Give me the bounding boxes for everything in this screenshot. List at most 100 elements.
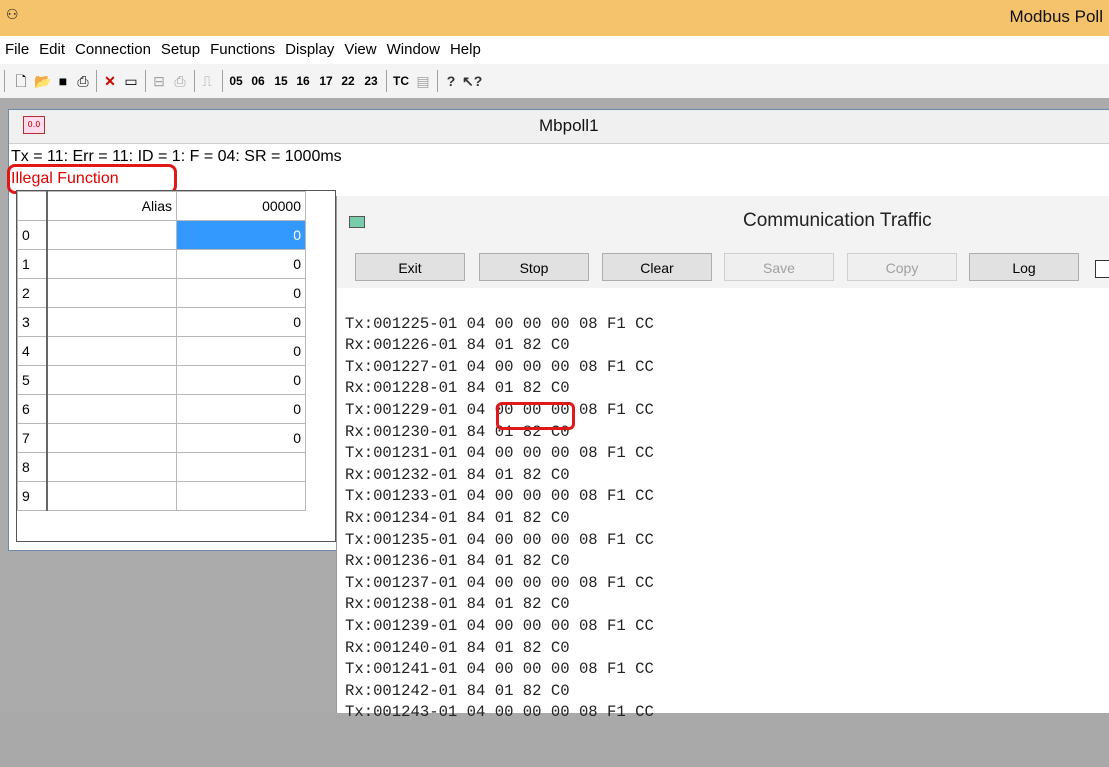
alias-cell[interactable] (46, 394, 177, 424)
toolbar-separator (194, 70, 195, 92)
table-row[interactable]: 40 (17, 336, 306, 366)
table-row[interactable]: 20 (17, 278, 306, 308)
log-line: Tx:001229-01 04 00 00 00 08 F1 CC (345, 400, 654, 419)
alias-cell[interactable] (46, 220, 177, 250)
app-title: Modbus Poll (1009, 7, 1103, 26)
log-button[interactable]: Log (969, 253, 1079, 281)
fc-05-button[interactable]: 05 (227, 71, 245, 91)
fc-16-button[interactable]: 16 (294, 71, 312, 91)
row-index: 2 (17, 278, 48, 308)
window-icon[interactable]: ▭ (122, 71, 140, 91)
value-cell[interactable]: 0 (176, 220, 306, 250)
save-button[interactable]: Save (724, 253, 834, 281)
print-icon[interactable]: ⎙ (74, 71, 92, 91)
fc-15-button[interactable]: 15 (272, 71, 290, 91)
traffic-titlebar: Communication Traffic (337, 196, 1109, 246)
log-line: Rx:001234-01 84 01 82 C0 (345, 508, 570, 527)
exit-button[interactable]: Exit (355, 253, 465, 281)
value-cell[interactable]: 0 (176, 307, 306, 337)
new-icon[interactable]: 🗋 (12, 71, 30, 91)
menu-connection[interactable]: Connection (70, 36, 156, 64)
table-row[interactable]: 8 (17, 452, 306, 482)
value-cell[interactable]: 0 (176, 249, 306, 279)
open-icon[interactable]: 📂 (34, 71, 52, 91)
table-row[interactable]: 50 (17, 365, 306, 395)
app-titlebar: ⚇ Modbus Poll (0, 0, 1109, 36)
modbus-app-icon[interactable]: ⚇ (6, 7, 28, 27)
row-index: 8 (17, 452, 48, 482)
context-help-icon[interactable]: ↖? (462, 71, 482, 91)
register-grid: Alias 00000 00 10 20 30 40 50 60 70 8 9 (16, 190, 336, 542)
alias-cell[interactable] (46, 481, 177, 511)
row-index: 9 (17, 481, 48, 511)
fc-17-button[interactable]: 17 (317, 71, 335, 91)
menu-display[interactable]: Display (280, 36, 339, 64)
about-icon[interactable]: ? (442, 71, 460, 91)
table-row[interactable]: 60 (17, 394, 306, 424)
menu-edit[interactable]: Edit (34, 36, 70, 64)
log-line: Rx:001236-01 84 01 82 C0 (345, 552, 570, 571)
table-row[interactable]: 9 (17, 481, 306, 511)
alias-cell[interactable] (46, 307, 177, 337)
read-write-icon[interactable]: ⊟ (150, 71, 168, 91)
alias-cell[interactable] (46, 336, 177, 366)
menu-help[interactable]: Help (445, 36, 486, 64)
toolbar-separator (386, 70, 387, 92)
table-row[interactable]: 30 (17, 307, 306, 337)
fc-06-button[interactable]: 06 (249, 71, 267, 91)
copy-button[interactable]: Copy (847, 253, 957, 281)
table-row[interactable]: 00 (17, 220, 306, 250)
table-header-row: Alias 00000 (17, 191, 306, 221)
corner-cell (17, 191, 48, 221)
disconnect-icon[interactable]: ✕ (101, 71, 119, 91)
value-cell[interactable] (176, 481, 306, 511)
menu-window[interactable]: Window (382, 36, 445, 64)
menu-view[interactable]: View (339, 36, 381, 64)
menu-bar: File Edit Connection Setup Functions Display V… (0, 36, 1109, 64)
menu-setup[interactable]: Setup (156, 36, 205, 64)
traffic-title: Communication Traffic (743, 210, 932, 231)
menu-file[interactable]: File (0, 36, 34, 64)
table-row[interactable]: 10 (17, 249, 306, 279)
value-cell[interactable]: 0 (176, 365, 306, 395)
row-index: 5 (17, 365, 48, 395)
mbpoll-window-icon[interactable]: 0.0 (23, 116, 45, 134)
stop-button[interactable]: Stop (479, 253, 589, 281)
value-cell[interactable]: 0 (176, 394, 306, 424)
toolbar-separator (96, 70, 97, 92)
alias-cell[interactable] (46, 249, 177, 279)
log-line: Rx:001240-01 84 01 82 C0 (345, 638, 570, 657)
value-cell[interactable] (176, 452, 306, 482)
mbpoll-titlebar: 0.0 Mbpoll1 (9, 110, 1109, 144)
value-cell[interactable]: 0 (176, 278, 306, 308)
alias-cell[interactable] (46, 278, 177, 308)
tc-button[interactable]: TC (390, 71, 412, 91)
option-checkbox[interactable] (1095, 260, 1109, 278)
value-cell[interactable]: 0 (176, 336, 306, 366)
clear-button[interactable]: Clear (602, 253, 712, 281)
traffic-log[interactable]: Tx:001225-01 04 00 00 00 08 F1 CC Rx:0012… (345, 292, 1105, 767)
fc-23-button[interactable]: 23 (362, 71, 380, 91)
mbpoll-title: Mbpoll1 (539, 116, 599, 135)
traffic-toolbar: Exit Stop Clear Save Copy Log (337, 246, 1109, 288)
log-line: Rx:001228-01 84 01 82 C0 (345, 379, 570, 398)
value-cell[interactable]: 0 (176, 423, 306, 453)
traffic-window-icon[interactable] (349, 216, 365, 228)
traffic-icon[interactable]: ▤ (414, 71, 432, 91)
pulse-icon[interactable]: ⎍ (198, 71, 216, 91)
alias-cell[interactable] (46, 423, 177, 453)
alias-cell[interactable] (46, 452, 177, 482)
save-icon[interactable]: ■ (54, 71, 72, 91)
log-line: Tx:001227-01 04 00 00 00 08 F1 CC (345, 357, 654, 376)
menu-functions[interactable]: Functions (205, 36, 280, 64)
table-row[interactable]: 70 (17, 423, 306, 453)
log-line: Tx:001237-01 04 00 00 00 08 F1 CC (345, 573, 654, 592)
print-preview-icon[interactable]: ⎙ (171, 71, 189, 91)
log-line: Rx:001238-01 84 01 82 C0 (345, 595, 570, 614)
communication-traffic-window: Communication Traffic Exit Stop Clear Sa… (336, 196, 1109, 721)
log-line: Tx:001231-01 04 00 00 00 08 F1 CC (345, 444, 654, 463)
row-index: 1 (17, 249, 48, 279)
fc-22-button[interactable]: 22 (339, 71, 357, 91)
address-header: 00000 (176, 191, 306, 221)
alias-cell[interactable] (46, 365, 177, 395)
